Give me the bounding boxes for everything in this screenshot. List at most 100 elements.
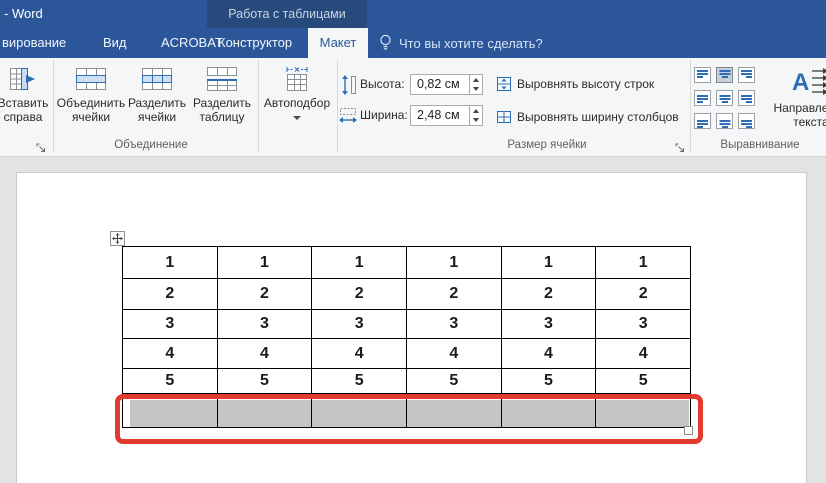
table-row: 555555 — [123, 369, 691, 394]
contextual-tab-header: Работа с таблицами — [207, 0, 367, 28]
split-table-label-1: Разделить — [193, 97, 251, 111]
autofit-button[interactable]: Автоподбор — [258, 61, 336, 149]
table-cell[interactable]: 5 — [312, 369, 407, 394]
text-direction-label-2: текста — [774, 116, 826, 130]
table-row: 222222 — [123, 279, 691, 310]
table-row: 111111 — [123, 247, 691, 279]
table-cell[interactable]: 2 — [217, 279, 312, 310]
insert-right-button[interactable]: Вставить справа — [0, 61, 60, 149]
move-cross-icon — [112, 233, 123, 244]
tab-view[interactable]: Вид — [103, 28, 127, 58]
document-page[interactable]: 111111222222333333444444555555 — [16, 172, 807, 483]
align-center-right-button[interactable] — [738, 90, 755, 106]
tab-acrobat[interactable]: ACROBAT — [161, 28, 223, 58]
table-resize-handle[interactable] — [684, 426, 693, 435]
rows-columns-dialog-launcher[interactable] — [36, 141, 48, 153]
width-spinner[interactable]: 2,48 см — [410, 105, 483, 126]
height-increment-button[interactable] — [470, 75, 482, 85]
split-table-label-2: таблицу — [193, 111, 251, 125]
table-cell[interactable]: 4 — [312, 339, 407, 369]
merge-cells-button[interactable]: Объединить ячейки — [56, 61, 126, 149]
table-cell[interactable]: 3 — [406, 310, 501, 339]
align-center-button[interactable] — [716, 90, 733, 106]
table-cell[interactable]: 5 — [123, 369, 218, 394]
align-top-right-button[interactable] — [738, 67, 755, 83]
table-cell[interactable]: 2 — [123, 279, 218, 310]
split-cells-icon — [141, 66, 173, 92]
table-cell[interactable]: 2 — [406, 279, 501, 310]
group-separator — [337, 60, 338, 152]
table-cell[interactable]: 1 — [596, 247, 691, 279]
distribute-columns-label: Выровнять ширину столбцов — [517, 110, 679, 124]
table-cell[interactable]: 4 — [596, 339, 691, 369]
text-direction-button[interactable]: А Направление текста — [772, 62, 826, 150]
height-spinner[interactable]: 0,82 см — [410, 74, 483, 95]
dialog-launcher-icon — [36, 143, 47, 154]
merge-cells-icon — [75, 66, 107, 92]
document-area: 111111222222333333444444555555 — [0, 158, 826, 483]
text-direction-icon: А — [792, 66, 826, 98]
align-top-center-button[interactable] — [716, 67, 733, 83]
width-decrement-button[interactable] — [470, 116, 482, 126]
distribute-rows-button[interactable]: Выровнять высоту строк — [496, 75, 654, 93]
alignment-group-label: Выравнивание — [690, 139, 826, 153]
annotation-rectangle — [115, 394, 703, 444]
align-center-left-button[interactable] — [694, 90, 711, 106]
table-cell[interactable]: 1 — [501, 247, 596, 279]
text-direction-label-1: Направление — [774, 102, 826, 116]
autofit-dropdown-arrow — [293, 116, 301, 120]
height-value[interactable]: 0,82 см — [411, 75, 469, 94]
ribbon-tab-row: вирование Вид ACROBAT Конструктор Макет … — [0, 28, 826, 58]
align-bottom-left-button[interactable] — [694, 113, 711, 129]
table-cell[interactable]: 2 — [596, 279, 691, 310]
table-cell[interactable]: 1 — [217, 247, 312, 279]
width-spinner-arrows — [469, 106, 482, 125]
table-cell[interactable]: 3 — [501, 310, 596, 339]
split-cells-button[interactable]: Разделить ячейки — [126, 61, 188, 149]
table-cell[interactable]: 1 — [123, 247, 218, 279]
table-cell[interactable]: 3 — [123, 310, 218, 339]
table-cell[interactable]: 3 — [312, 310, 407, 339]
svg-text:А: А — [792, 69, 809, 96]
table-cell[interactable]: 5 — [406, 369, 501, 394]
table-cell[interactable]: 4 — [217, 339, 312, 369]
tell-me-label: Что вы хотите сделать? — [399, 36, 543, 51]
table-cell[interactable]: 5 — [217, 369, 312, 394]
merge-cells-label-2: ячейки — [57, 111, 126, 125]
table-cell[interactable]: 2 — [312, 279, 407, 310]
align-top-left-button[interactable] — [694, 67, 711, 83]
table-row: 444444 — [123, 339, 691, 369]
table-cell[interactable]: 5 — [501, 369, 596, 394]
table-cell[interactable]: 5 — [596, 369, 691, 394]
distribute-columns-icon — [496, 109, 512, 125]
align-bottom-center-button[interactable] — [716, 113, 733, 129]
split-table-button[interactable]: Разделить таблицу — [188, 61, 256, 149]
table-cell[interactable]: 1 — [406, 247, 501, 279]
table-cell[interactable]: 3 — [217, 310, 312, 339]
table-cell[interactable]: 4 — [123, 339, 218, 369]
table-cell[interactable]: 4 — [501, 339, 596, 369]
table-move-handle[interactable] — [110, 231, 125, 246]
table-cell[interactable]: 2 — [501, 279, 596, 310]
split-table-icon — [206, 66, 238, 92]
width-value[interactable]: 2,48 см — [411, 106, 469, 125]
merge-cells-label-1: Объединить — [57, 97, 126, 111]
insert-right-label-1: Вставить — [0, 97, 48, 111]
width-increment-button[interactable] — [470, 106, 482, 116]
column-width-icon — [339, 107, 357, 124]
tab-review[interactable]: вирование — [2, 28, 66, 58]
table-cell[interactable]: 3 — [596, 310, 691, 339]
align-bottom-right-button[interactable] — [738, 113, 755, 129]
tell-me-box[interactable]: Что вы хотите сделать? — [379, 28, 543, 58]
distribute-columns-button[interactable]: Выровнять ширину столбцов — [496, 108, 679, 126]
title-bar: - Word Работа с таблицами — [0, 0, 826, 28]
tab-layout[interactable]: Макет — [308, 28, 368, 58]
lightbulb-icon — [379, 34, 392, 52]
tab-design[interactable]: Конструктор — [218, 28, 292, 58]
merge-group-label: Объединение — [56, 139, 246, 153]
cell-size-dialog-launcher[interactable] — [675, 141, 687, 153]
table-cell[interactable]: 4 — [406, 339, 501, 369]
insert-right-icon — [9, 66, 37, 92]
height-decrement-button[interactable] — [470, 85, 482, 95]
table-cell[interactable]: 1 — [312, 247, 407, 279]
